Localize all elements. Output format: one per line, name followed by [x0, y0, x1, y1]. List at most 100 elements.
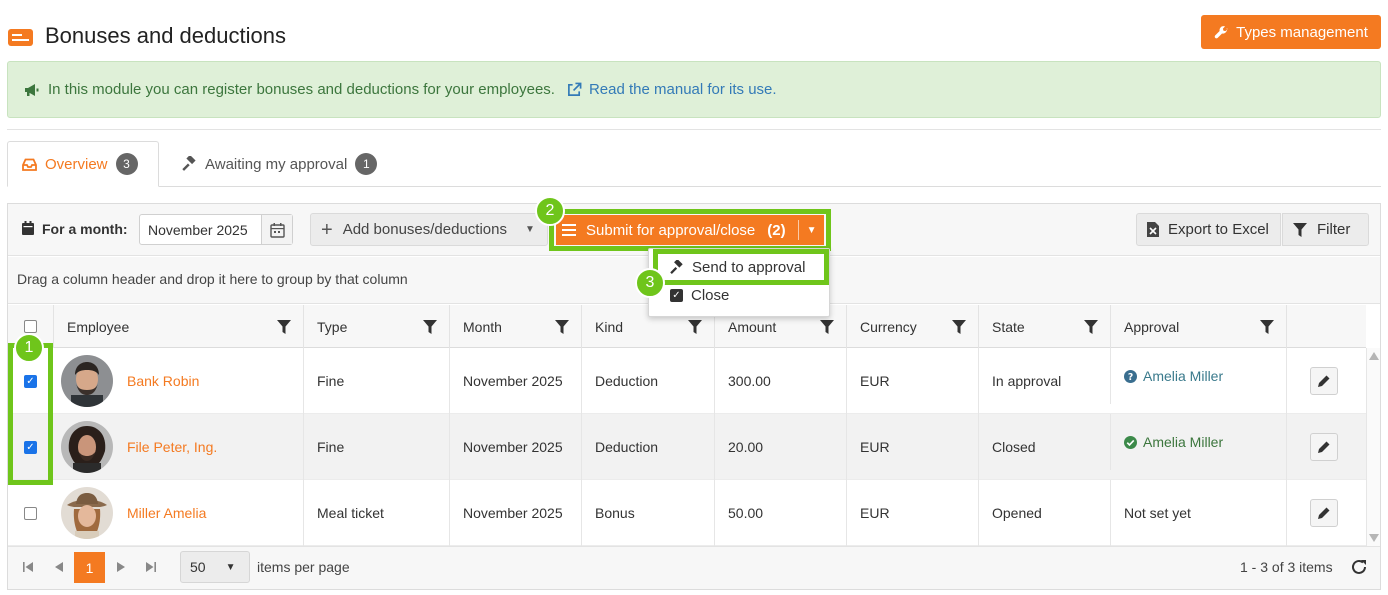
filter-label: Filter: [1317, 221, 1351, 238]
avatar: [61, 487, 113, 539]
check-circle-icon: [1124, 435, 1137, 449]
manual-link[interactable]: Read the manual for its use.: [589, 81, 777, 98]
per-page-label: items per page: [257, 559, 350, 575]
employee-cell: Bank Robin: [114, 348, 303, 414]
inbox-icon: [22, 158, 37, 171]
tab-overview-label: Overview: [45, 155, 108, 173]
column-filter-icon[interactable]: [277, 320, 291, 334]
page-size-select[interactable]: 50 ▼: [180, 551, 250, 583]
edit-button[interactable]: [1310, 499, 1338, 527]
last-page-icon[interactable]: [146, 562, 156, 572]
kind-cell: Bonus: [581, 480, 714, 546]
month-cell: November 2025: [449, 480, 581, 546]
column-header-currency[interactable]: Currency: [846, 305, 978, 348]
column-filter-icon[interactable]: [952, 320, 966, 334]
tab-awaiting-approval[interactable]: Awaiting my approval 1: [167, 141, 397, 187]
column-label: Type: [317, 318, 348, 335]
column-filter-icon[interactable]: [423, 320, 437, 334]
types-management-button[interactable]: Types management: [1201, 15, 1381, 49]
info-text: In this module you can register bonuses …: [48, 81, 555, 98]
kind-cell: Deduction: [581, 348, 714, 414]
next-page-icon[interactable]: [117, 562, 125, 572]
caret-down-icon: ▼: [524, 224, 535, 235]
pencil-icon: [1318, 375, 1330, 387]
amount-cell: 300.00: [714, 348, 846, 414]
row-checkbox[interactable]: [24, 506, 37, 520]
approver-name[interactable]: Amelia Miller: [1143, 434, 1223, 450]
column-header-actions: [1286, 305, 1366, 348]
month-value[interactable]: November 2025: [140, 222, 261, 238]
tab-awaiting-label: Awaiting my approval: [205, 155, 348, 173]
export-excel-button[interactable]: Export to Excel: [1136, 213, 1281, 246]
items-range: 1 - 3 of 3 items: [1240, 559, 1333, 575]
column-label: State: [992, 318, 1025, 335]
column-filter-icon[interactable]: [1084, 320, 1098, 334]
edit-button[interactable]: [1310, 367, 1338, 395]
scroll-up-icon[interactable]: [1369, 352, 1379, 360]
column-label: Amount: [728, 318, 777, 335]
module-icon: [8, 29, 33, 46]
column-header-employee[interactable]: Employee: [53, 305, 303, 348]
wrench-icon: [1214, 25, 1228, 38]
calendar-picker-button[interactable]: [261, 215, 292, 244]
tab-overview[interactable]: Overview 3: [7, 141, 159, 187]
amount-cell: 50.00: [714, 480, 846, 546]
column-label: Employee: [67, 318, 130, 335]
current-page-button[interactable]: 1: [74, 552, 105, 583]
marker-1: 1: [14, 333, 44, 363]
column-header-month[interactable]: Month: [449, 305, 581, 348]
question-circle-icon: ?: [1124, 369, 1137, 383]
export-excel-label: Export to Excel: [1168, 221, 1269, 238]
column-header-approval[interactable]: Approval: [1110, 305, 1286, 348]
approver-name[interactable]: Amelia Miller: [1143, 368, 1223, 384]
caret-down-icon: ▼: [225, 561, 236, 573]
employee-cell: Miller Amelia: [114, 480, 303, 546]
amount-cell: 20.00: [714, 414, 846, 480]
tab-overview-badge: 3: [115, 153, 138, 175]
employee-link[interactable]: File Peter, Ing.: [127, 439, 217, 455]
refresh-icon[interactable]: [1350, 558, 1368, 576]
excel-file-icon: [1147, 222, 1159, 237]
avatar: [61, 421, 113, 473]
marker-3: 3: [635, 268, 665, 298]
select-all-checkbox[interactable]: [24, 320, 37, 333]
types-management-label: Types management: [1236, 23, 1368, 41]
page-size-value: 50: [190, 559, 206, 575]
highlight-checkboxes: [8, 343, 53, 485]
scroll-down-icon[interactable]: [1369, 534, 1379, 542]
svg-text:?: ?: [1128, 372, 1133, 383]
plus-icon: +: [321, 218, 333, 241]
column-filter-icon[interactable]: [820, 320, 834, 334]
filter-icon: [1293, 222, 1307, 237]
external-link-icon: [568, 82, 582, 96]
month-cell: November 2025: [449, 348, 581, 414]
column-filter-icon[interactable]: [1260, 320, 1274, 334]
prev-page-icon[interactable]: [55, 562, 63, 572]
edit-button[interactable]: [1310, 433, 1338, 461]
column-label: Kind: [595, 318, 624, 335]
menu-item-close-label: Close: [691, 287, 730, 304]
type-cell: Fine: [303, 414, 449, 480]
vertical-scrollbar[interactable]: [1366, 348, 1380, 546]
month-cell: November 2025: [449, 414, 581, 480]
column-header-state[interactable]: State: [978, 305, 1110, 348]
highlight-submit: [549, 209, 831, 251]
menu-item-close[interactable]: ✓ Close: [670, 287, 729, 304]
employee-link[interactable]: Bank Robin: [127, 373, 199, 389]
add-bonuses-button[interactable]: + Add bonuses/deductions ▼: [310, 213, 548, 246]
kind-cell: Deduction: [581, 414, 714, 480]
divider: [7, 129, 1381, 130]
currency-cell: EUR: [846, 480, 978, 546]
column-filter-icon[interactable]: [555, 320, 569, 334]
employee-link[interactable]: Miller Amelia: [127, 505, 206, 521]
column-header-type[interactable]: Type: [303, 305, 449, 348]
first-page-icon[interactable]: [23, 562, 33, 572]
group-hint: Drag a column header and drop it here to…: [17, 271, 408, 287]
month-picker[interactable]: November 2025: [139, 214, 293, 245]
approval-cell: Not set yet: [1110, 480, 1286, 546]
column-label: Approval: [1124, 318, 1180, 335]
column-filter-icon[interactable]: [688, 320, 702, 334]
filter-button[interactable]: Filter: [1282, 213, 1369, 246]
megaphone-icon: [25, 83, 39, 96]
column-label: Month: [463, 318, 502, 335]
